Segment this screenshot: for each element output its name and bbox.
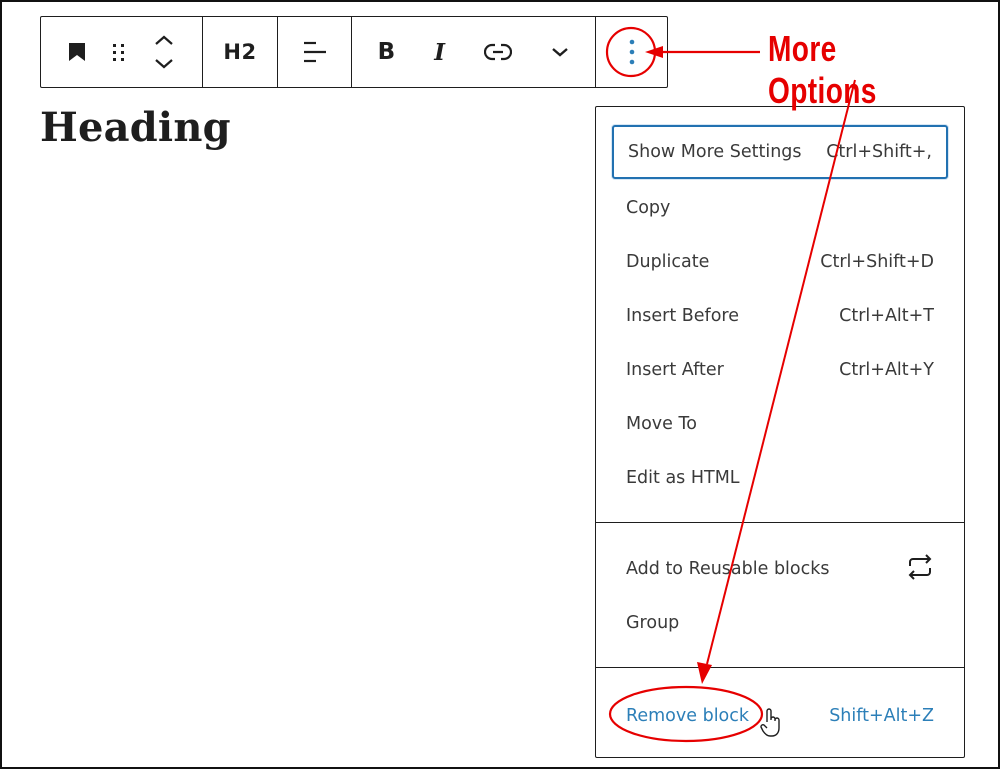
menu-item-group[interactable]: Group: [612, 596, 948, 650]
block-controls-group: [41, 17, 203, 87]
block-toolbar: H2 B I: [40, 16, 668, 88]
align-left-icon[interactable]: [302, 17, 328, 87]
menu-item-edit-as-html[interactable]: Edit as HTML: [612, 451, 948, 505]
options-group: [596, 17, 667, 87]
menu-item-label: Move To: [626, 414, 697, 434]
menu-item-label: Remove block: [626, 706, 750, 726]
menu-item-show-more-settings[interactable]: Show More Settings Ctrl+Shift+,: [612, 125, 948, 179]
menu-item-insert-after[interactable]: Insert After Ctrl+Alt+Y: [612, 343, 948, 397]
menu-item-label: Duplicate: [626, 252, 710, 272]
align-group: [278, 17, 352, 87]
bold-button[interactable]: B: [378, 17, 396, 87]
menu-item-shortcut: Ctrl+Alt+Y: [839, 360, 934, 380]
menu-item-shortcut: Ctrl+Alt+T: [839, 306, 934, 326]
menu-item-add-reusable[interactable]: Add to Reusable blocks: [612, 542, 948, 596]
drag-handle-icon[interactable]: [112, 17, 126, 87]
menu-item-label: Copy: [626, 198, 671, 218]
menu-item-label: Show More Settings: [628, 142, 802, 162]
heading-block[interactable]: Heading: [40, 104, 231, 151]
move-up-down-icon[interactable]: [153, 17, 175, 87]
menu-section-actions: Show More Settings Ctrl+Shift+, Copy Dup…: [596, 107, 964, 523]
more-vertical-icon[interactable]: [628, 17, 636, 87]
heading-level-group: H2: [203, 17, 278, 87]
menu-item-move-to[interactable]: Move To: [612, 397, 948, 451]
bookmark-icon[interactable]: [68, 17, 86, 87]
reusable-icon: [906, 553, 934, 585]
annotation-label: More Options: [768, 28, 877, 111]
menu-item-label: Add to Reusable blocks: [626, 559, 830, 579]
menu-item-shortcut: Shift+Alt+Z: [829, 706, 934, 726]
menu-item-insert-before[interactable]: Insert Before Ctrl+Alt+T: [612, 289, 948, 343]
menu-item-label: Insert After: [626, 360, 724, 380]
menu-item-duplicate[interactable]: Duplicate Ctrl+Shift+D: [612, 235, 948, 289]
menu-item-label: Insert Before: [626, 306, 739, 326]
menu-section-reusable: Add to Reusable blocks Group: [596, 523, 964, 668]
heading-level-button[interactable]: H2: [223, 17, 256, 87]
hand-pointer-icon: [760, 708, 782, 743]
formatting-group: B I: [352, 17, 596, 87]
menu-item-label: Group: [626, 613, 680, 633]
link-icon[interactable]: [484, 17, 513, 87]
chevron-down-icon[interactable]: [551, 17, 569, 87]
menu-item-shortcut: Ctrl+Shift+,: [826, 142, 932, 162]
block-options-menu: Show More Settings Ctrl+Shift+, Copy Dup…: [595, 106, 965, 758]
menu-item-label: Edit as HTML: [626, 468, 740, 488]
menu-item-copy[interactable]: Copy: [612, 181, 948, 235]
italic-button[interactable]: I: [434, 17, 445, 87]
menu-item-shortcut: Ctrl+Shift+D: [820, 252, 934, 272]
